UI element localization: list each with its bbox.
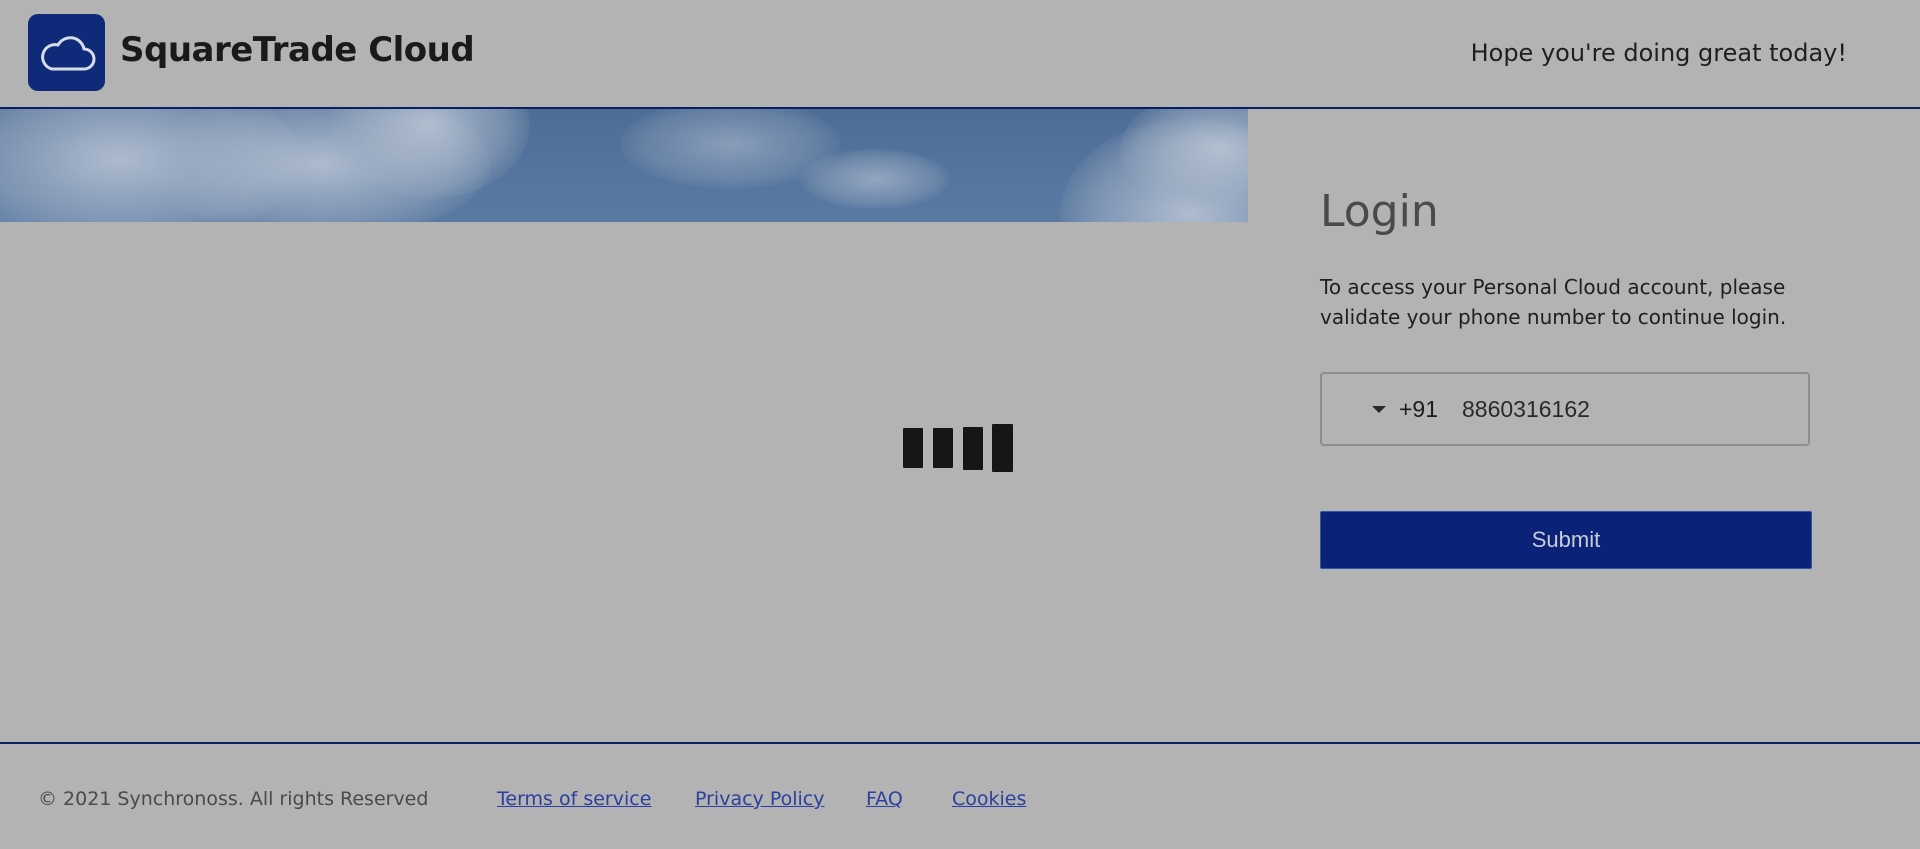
login-description: To access your Personal Cloud account, p… — [1320, 275, 1787, 329]
footer: © 2021 Synchronoss. All rights Reserved … — [0, 742, 1920, 849]
loader-bar — [903, 428, 923, 468]
loader-bar — [933, 428, 953, 468]
cloud-icon — [40, 35, 95, 70]
loader-bar — [992, 424, 1013, 472]
page: SquareTrade Cloud Hope you're doing grea… — [0, 0, 1920, 849]
login-title: Login — [1320, 186, 1439, 237]
dial-code-select[interactable]: +91 — [1399, 396, 1438, 423]
logo[interactable] — [28, 14, 105, 91]
loading-bars-icon — [903, 424, 1013, 474]
phone-input[interactable] — [1456, 388, 1798, 430]
cookies-link[interactable]: Cookies — [952, 788, 1026, 810]
hero-banner — [0, 109, 1248, 222]
header: SquareTrade Cloud Hope you're doing grea… — [0, 0, 1920, 109]
phone-field[interactable]: +91 — [1320, 372, 1810, 446]
faq-link[interactable]: FAQ — [866, 788, 903, 810]
submit-button[interactable]: Submit — [1320, 511, 1812, 569]
chevron-down-icon[interactable] — [1372, 406, 1386, 413]
copyright-text: © 2021 Synchronoss. All rights Reserved — [38, 788, 429, 810]
privacy-policy-link[interactable]: Privacy Policy — [695, 788, 824, 810]
greeting-text: Hope you're doing great today! — [1470, 39, 1847, 67]
loader-bar — [963, 427, 983, 470]
brand-name: SquareTrade Cloud — [120, 30, 475, 70]
terms-link[interactable]: Terms of service — [497, 788, 651, 810]
